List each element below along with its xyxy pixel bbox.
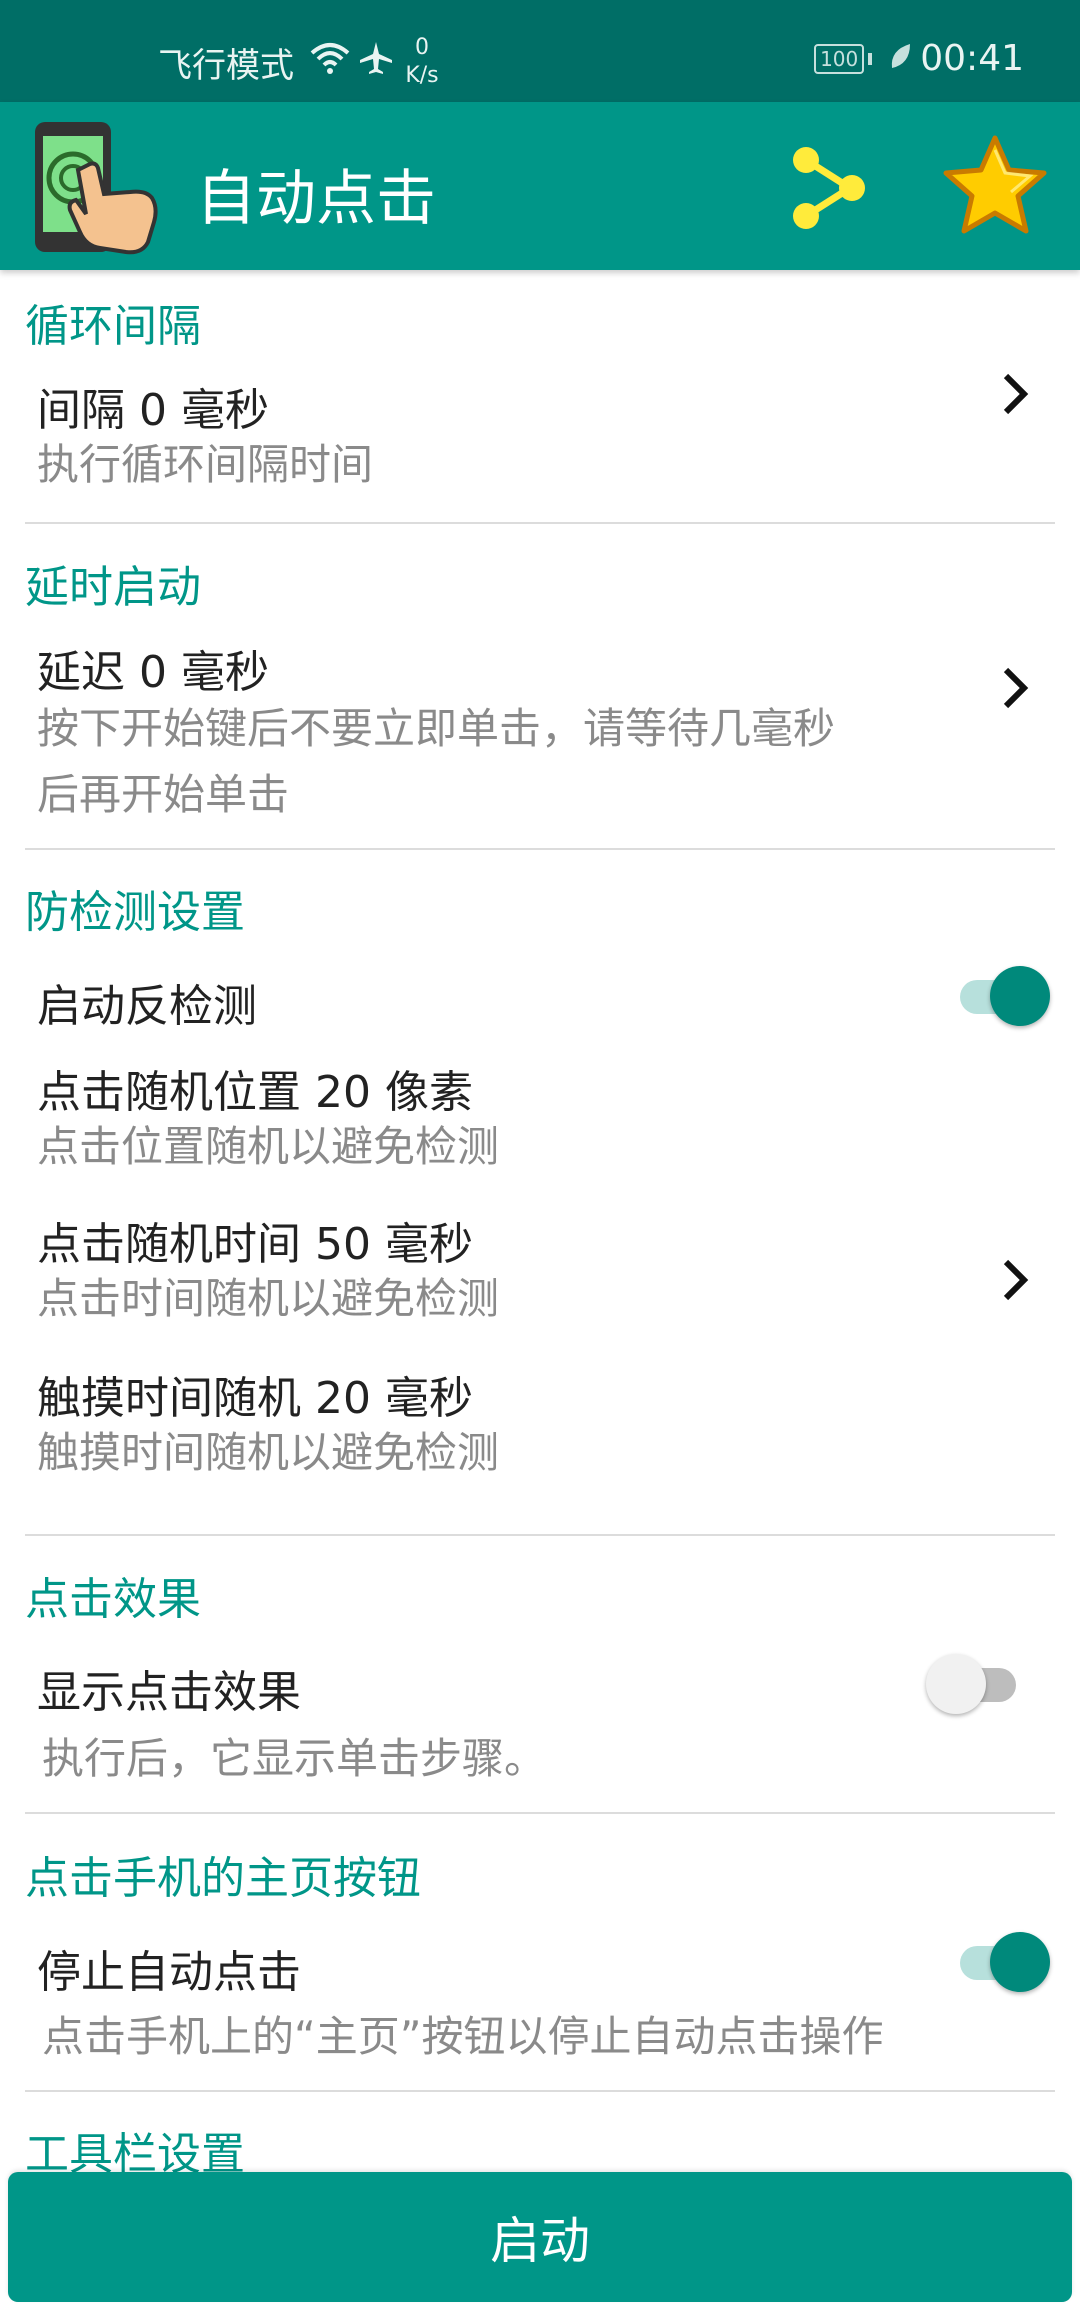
random-time-description: 点击时间随机以避免检测 (37, 1274, 500, 1323)
random-time-value: 点击随机时间 50 毫秒 (37, 1219, 473, 1270)
status-right: 100 00:41 (814, 38, 1024, 79)
home-description: 点击手机上的“主页”按钮以停止自动点击操作 (42, 2012, 884, 2061)
wifi-icon (310, 41, 350, 84)
divider (25, 522, 1055, 524)
chevron-right-icon (996, 366, 1036, 422)
interval-value: 间隔 0 毫秒 (37, 385, 269, 436)
home-toggle-label: 停止自动点击 (37, 1947, 301, 1998)
battery-icon: 100 (814, 43, 865, 74)
battery-tip (868, 52, 873, 65)
leaf-icon (888, 38, 912, 79)
effect-description: 执行后，它显示单击步骤。 (42, 1734, 547, 1783)
effect-toggle-label: 显示点击效果 (37, 1667, 301, 1718)
net-speed-value: 0 (415, 35, 429, 60)
clock: 00:41 (920, 38, 1024, 79)
chevron-right-icon (996, 1252, 1036, 1308)
anti-detect-toggle-label: 启动反检测 (37, 981, 257, 1032)
switch-thumb (990, 966, 1050, 1026)
chevron-right-icon (996, 660, 1036, 716)
share-icon[interactable] (790, 144, 870, 230)
status-bar: 飞行模式 0 K/s 100 00:41 (0, 0, 1080, 102)
section-title-interval: 循环间隔 (25, 301, 201, 352)
start-button-label: 启动 (490, 2212, 590, 2270)
app-logo-icon (30, 118, 180, 258)
section-title-anti-detect: 防检测设置 (25, 887, 245, 938)
random-position-description: 点击位置随机以避免检测 (37, 1122, 500, 1171)
random-touch-value: 触摸时间随机 20 毫秒 (37, 1373, 473, 1424)
random-position-value: 点击随机位置 20 像素 (37, 1067, 473, 1118)
divider (25, 1534, 1055, 1536)
delay-description-line2: 后再开始单击 (37, 770, 290, 819)
app-title: 自动点击 (196, 164, 436, 234)
divider (25, 848, 1055, 850)
net-speed: 0 K/s (402, 34, 442, 90)
divider (25, 1812, 1055, 1814)
net-speed-unit: K/s (405, 63, 439, 88)
delay-value: 延迟 0 毫秒 (37, 647, 269, 698)
home-switch[interactable] (950, 1930, 1050, 1994)
anti-detect-switch[interactable] (950, 964, 1050, 1028)
delay-description-line1: 按下开始键后不要立即单击，请等待几毫秒 (37, 704, 836, 753)
interval-description: 执行循环间隔时间 (37, 440, 374, 489)
start-button[interactable]: 启动 (8, 2172, 1072, 2302)
switch-thumb (990, 1932, 1050, 1992)
airplane-mode-label: 飞行模式 (158, 46, 294, 86)
status-left: 飞行模式 (158, 38, 394, 87)
switch-thumb (926, 1654, 986, 1714)
app-bar: 自动点击 (0, 102, 1080, 270)
section-title-home: 点击手机的主页按钮 (25, 1853, 421, 1904)
section-title-delay: 延时启动 (25, 562, 201, 613)
effect-switch[interactable] (926, 1652, 1026, 1716)
star-icon[interactable] (940, 132, 1050, 242)
section-title-effect: 点击效果 (25, 1574, 201, 1625)
random-touch-description: 触摸时间随机以避免检测 (37, 1428, 500, 1477)
airplane-icon (358, 40, 394, 85)
divider (25, 2090, 1055, 2092)
